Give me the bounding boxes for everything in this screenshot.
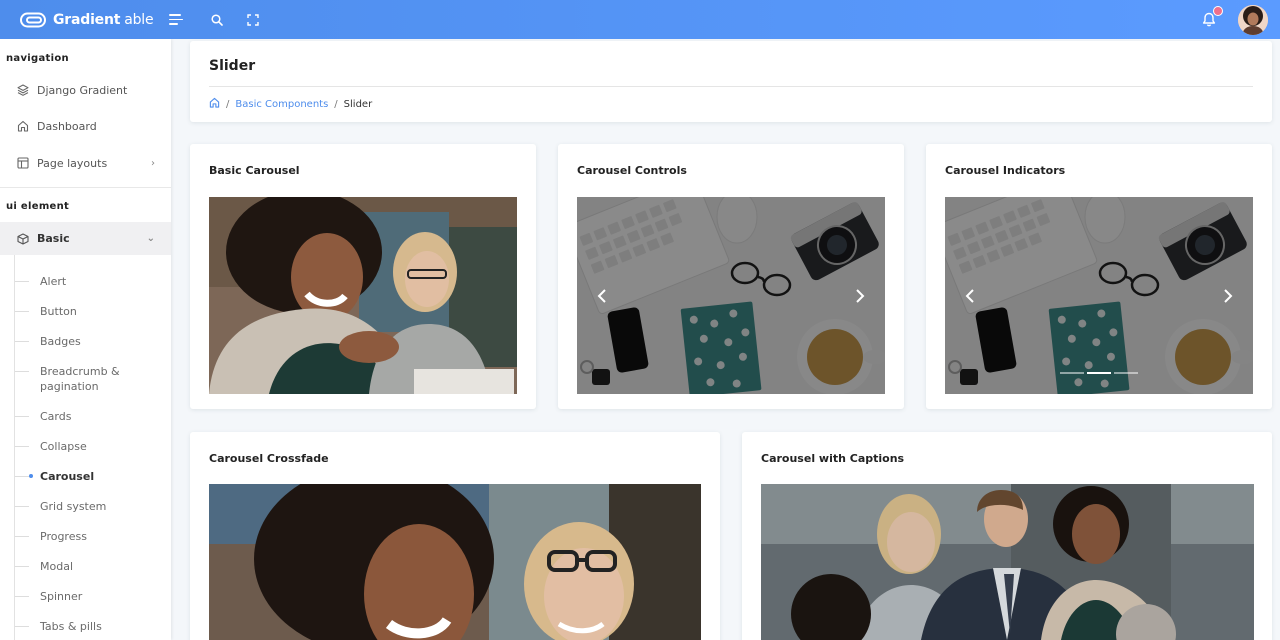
breadcrumb-basic-components[interactable]: Basic Components (235, 99, 328, 110)
menu-toggle-icon[interactable] (169, 12, 185, 28)
sidebar-item-label: Page layouts (37, 156, 108, 170)
carousel-prev-icon[interactable] (961, 287, 979, 305)
submenu-item-tabs-pills[interactable]: Tabs & pills (0, 619, 171, 634)
brand-name: Gradient able (53, 11, 154, 28)
brand-name-bold: Gradient (53, 11, 121, 28)
notification-badge (1213, 5, 1223, 16)
carousel-indicator-active[interactable] (1087, 372, 1111, 374)
layout-icon (16, 157, 29, 170)
card-title: Carousel Indicators (945, 164, 1066, 177)
page-header: Slider / Basic Components / Slider (190, 41, 1272, 122)
chevron-down-icon: ⌄ (146, 233, 155, 244)
fullscreen-icon[interactable] (245, 12, 261, 28)
card-title: Carousel Controls (577, 164, 687, 177)
sidebar-divider (0, 187, 171, 188)
submenu-item-cards[interactable]: Cards (0, 409, 171, 424)
brand-logo-icon (20, 12, 46, 27)
submenu-item-collapse[interactable]: Collapse (0, 439, 171, 454)
breadcrumb-separator: / (334, 98, 338, 110)
chevron-right-icon: › (151, 157, 155, 169)
top-navbar: Gradient able (0, 0, 1280, 39)
sidebar: navigation Django Gradient Dashboard Pag… (0, 39, 171, 640)
notification-bell-icon[interactable] (1202, 5, 1223, 28)
breadcrumb: / Basic Components / Slider (209, 97, 372, 111)
brand[interactable]: Gradient able (20, 11, 154, 28)
breadcrumb-separator: / (226, 98, 230, 110)
submenu-item-alert[interactable]: Alert (0, 274, 171, 289)
submenu-item-carousel[interactable]: Carousel (0, 469, 171, 484)
carousel-slide-image[interactable] (577, 197, 885, 394)
carousel-slide-image[interactable] (209, 484, 701, 640)
carousel-captions-card: Carousel with Captions (742, 432, 1272, 640)
breadcrumb-current: Slider (343, 98, 373, 110)
user-avatar[interactable] (1238, 4, 1268, 35)
carousel-slide-image[interactable] (209, 197, 517, 394)
sidebar-item-label: Dashboard (37, 119, 97, 133)
carousel-slide-image[interactable] (945, 197, 1253, 394)
carousel-indicators-card: Carousel Indicators (926, 144, 1272, 409)
page-header-divider (209, 86, 1253, 87)
submenu-item-progress[interactable]: Progress (0, 529, 171, 544)
carousel-next-icon[interactable] (851, 287, 869, 305)
carousel-indicator[interactable] (1060, 372, 1084, 374)
brand-name-light: able (124, 11, 154, 28)
carousel-next-icon[interactable] (1219, 287, 1237, 305)
card-title: Carousel Crossfade (209, 452, 329, 465)
submenu-item-modal[interactable]: Modal (0, 559, 171, 574)
sidebar-item-label: Basic (37, 232, 70, 245)
nav-caption-ui-element: ui element (6, 201, 70, 212)
page-title: Slider (209, 58, 256, 74)
submenu-item-breadcrumb-pagination[interactable]: Breadcrumb & pagination (0, 364, 130, 394)
layers-icon (16, 84, 29, 97)
carousel-controls-card: Carousel Controls (558, 144, 904, 409)
carousel-indicators (945, 372, 1253, 374)
sidebar-item-page-layouts[interactable]: Page layouts › (0, 148, 171, 178)
home-icon (16, 120, 29, 133)
nav-caption-navigation: navigation (6, 53, 69, 64)
sidebar-item-label: Django Gradient (37, 83, 128, 97)
submenu-item-spinner[interactable]: Spinner (0, 589, 171, 604)
carousel-indicator[interactable] (1114, 372, 1138, 374)
box-icon (16, 232, 29, 245)
sidebar-item-django-gradient[interactable]: Django Gradient (0, 75, 171, 105)
submenu-item-grid-system[interactable]: Grid system (0, 499, 171, 514)
card-title: Basic Carousel (209, 164, 300, 177)
card-title: Carousel with Captions (761, 452, 905, 465)
submenu-item-button[interactable]: Button (0, 304, 171, 319)
search-icon[interactable] (209, 12, 225, 28)
carousel-crossfade-card: Carousel Crossfade (190, 432, 720, 640)
carousel-slide-image[interactable] (761, 484, 1254, 640)
home-icon[interactable] (209, 97, 220, 111)
sidebar-item-dashboard[interactable]: Dashboard (0, 111, 171, 141)
carousel-prev-icon[interactable] (593, 287, 611, 305)
sidebar-item-basic[interactable]: Basic ⌄ (0, 222, 171, 255)
submenu-item-badges[interactable]: Badges (0, 334, 171, 349)
basic-carousel-card: Basic Carousel (190, 144, 536, 409)
